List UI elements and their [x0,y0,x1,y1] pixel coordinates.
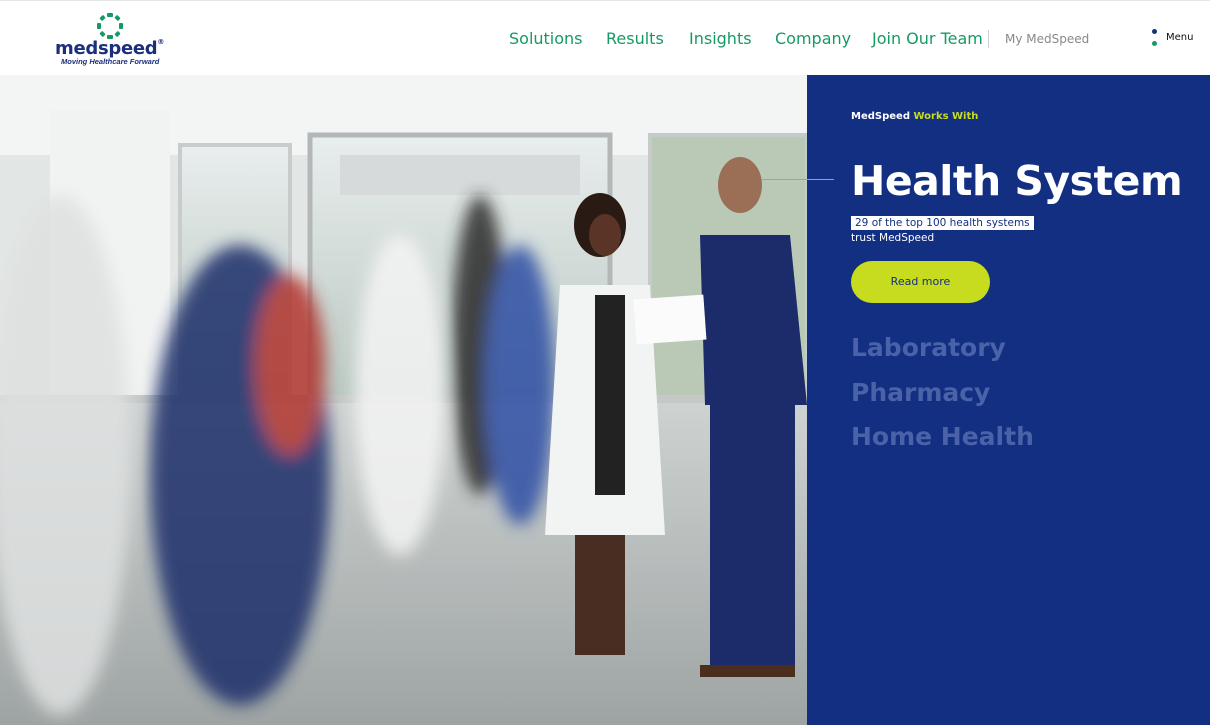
medspeed-logo[interactable]: medspeed® Moving Healthcare Forward [55,13,175,67]
active-sector-title[interactable]: Health System [851,157,1183,205]
nav-divider [988,30,989,48]
nav-solutions[interactable]: Solutions [509,29,583,48]
logo-wordmark: medspeed® [55,38,164,59]
nav-company[interactable]: Company [775,29,851,48]
works-with-heading: MedSpeed Works With [851,111,978,122]
sector-laboratory[interactable]: Laboratory [851,333,1006,362]
works-with-highlight: Works With [913,111,979,122]
menu-button[interactable]: Menu [1148,28,1198,50]
menu-dot [1152,29,1157,34]
nav-join-our-team[interactable]: Join Our Team [872,29,983,48]
sector-home-health[interactable]: Home Health [851,422,1034,451]
hospital-lobby-photo [0,75,807,725]
stat-text: trust MedSpeed [851,232,935,244]
logo-registered: ® [157,38,165,46]
works-with-panel: MedSpeed Works With Health System 29 of … [762,75,1210,725]
works-with-prefix: MedSpeed [851,111,910,122]
active-indicator-line [762,179,834,180]
nav-insights[interactable]: Insights [689,29,752,48]
site-header: medspeed® Moving Healthcare Forward Solu… [0,0,1210,75]
read-more-button[interactable]: Read more [851,261,990,303]
nav-results[interactable]: Results [606,29,664,48]
my-medspeed-link[interactable]: My MedSpeed [1005,32,1089,46]
hero-image [0,75,807,725]
menu-label: Menu [1166,32,1194,43]
sector-pharmacy[interactable]: Pharmacy [851,378,990,407]
logo-ring-icon [97,13,123,39]
logo-name: medspeed [55,38,158,59]
stat-badge: 29 of the top 100 health systems [851,216,1034,230]
menu-dots-icon [1152,29,1157,47]
menu-dot [1152,41,1157,46]
logo-tagline: Moving Healthcare Forward [61,57,160,66]
